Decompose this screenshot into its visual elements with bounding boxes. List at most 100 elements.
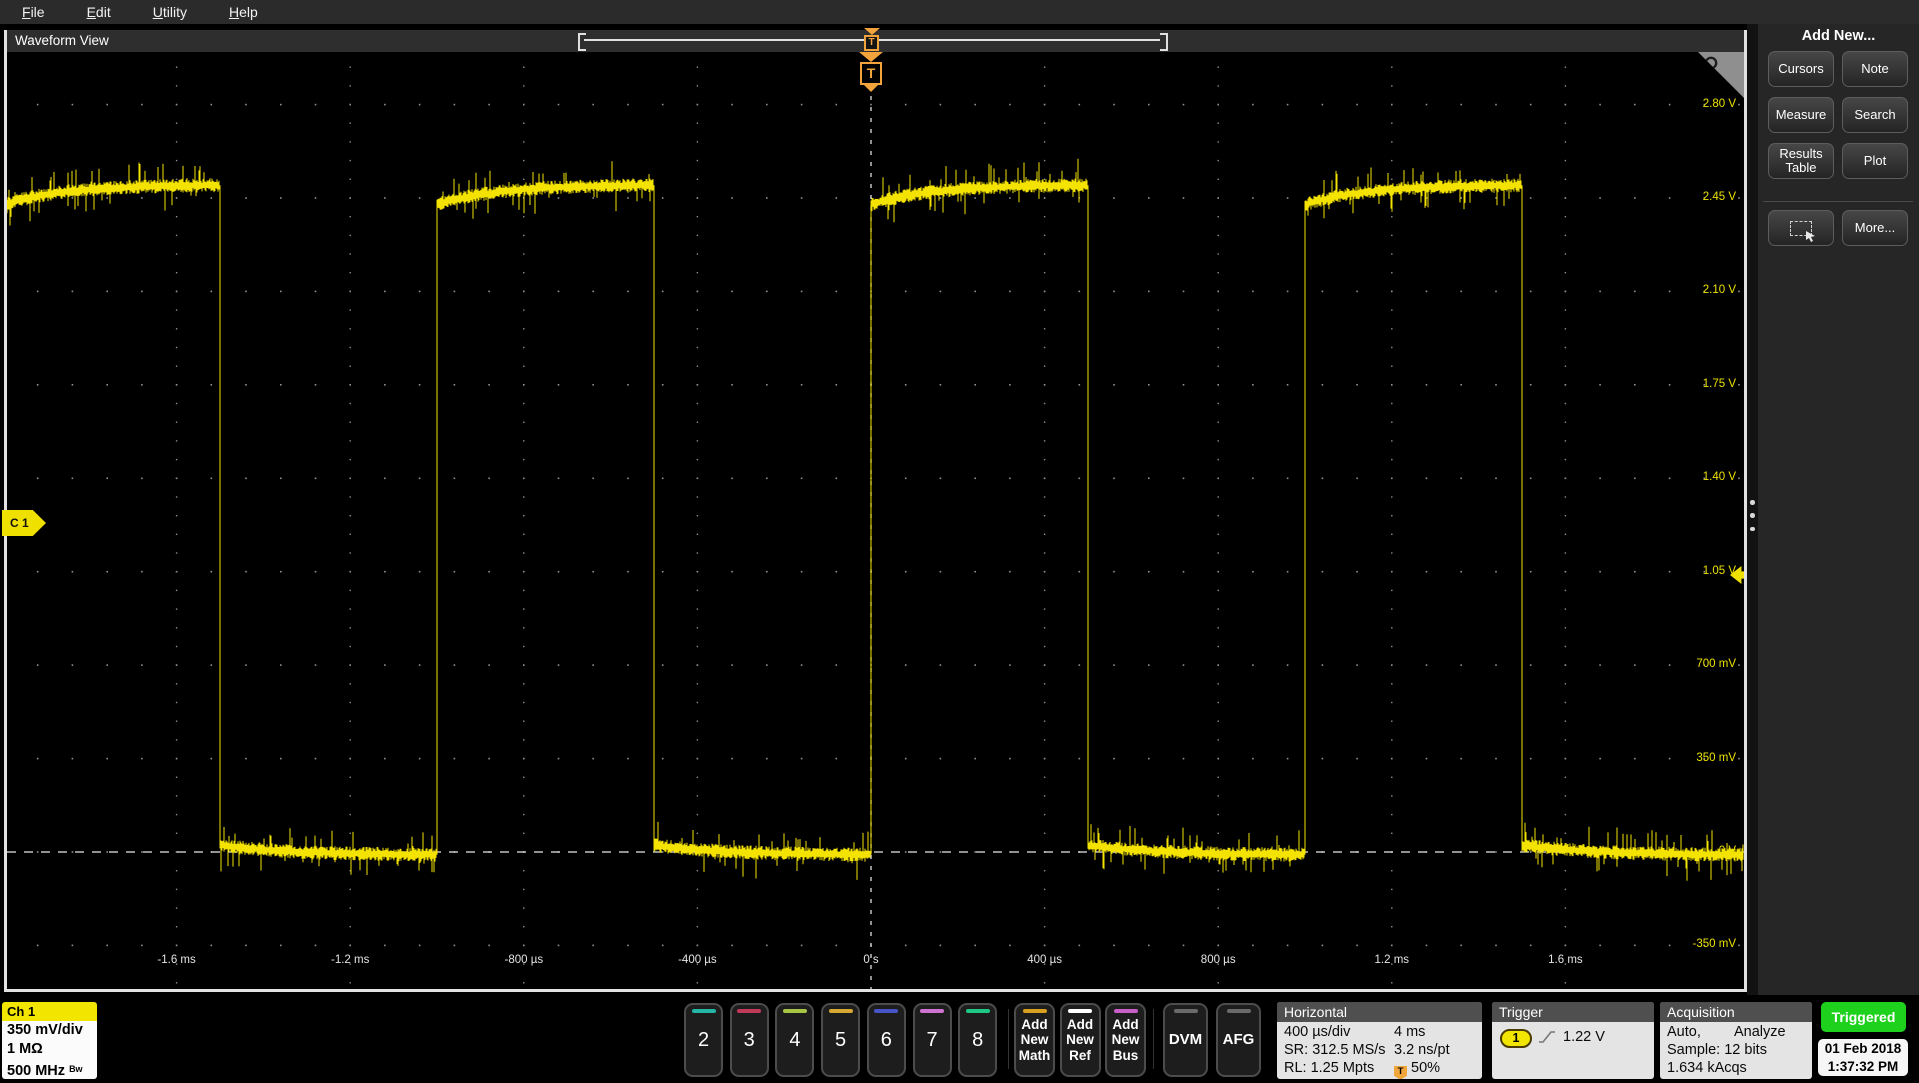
menu-item-edit[interactable]: Edit	[87, 4, 111, 20]
separator	[1008, 1009, 1009, 1069]
channel-color-stripe	[737, 1009, 761, 1013]
separator	[1153, 1009, 1154, 1069]
horizontal-panel[interactable]: Horizontal 400 µs/div 4 ms SR: 312.5 MS/…	[1277, 1002, 1482, 1079]
search-button[interactable]: Search	[1842, 97, 1908, 133]
time-tick-label: -1.2 ms	[331, 954, 369, 966]
trigger-position-indicator[interactable]: T	[863, 28, 880, 51]
voltage-tick-label: 0 V	[1719, 845, 1736, 857]
record-view-left-bracket[interactable]	[578, 33, 586, 51]
time-tick-label: 1.2 ms	[1375, 954, 1410, 966]
channel-button-8[interactable]: 8	[958, 1003, 997, 1077]
date-label: 01 Feb 2018	[1818, 1040, 1908, 1058]
plot-button[interactable]: Plot	[1842, 143, 1908, 179]
acquisition-count: 1.634 kAcqs	[1667, 1060, 1747, 1076]
trigger-panel[interactable]: Trigger 1 1.22 V	[1492, 1002, 1654, 1079]
results-table-button[interactable]: Results Table	[1768, 143, 1834, 179]
measure-button[interactable]: Measure	[1768, 97, 1834, 133]
horizontal-title: Horizontal	[1277, 1002, 1482, 1022]
trigger-marker-label: T	[860, 62, 882, 85]
voltage-tick-label: 1.75 V	[1703, 378, 1736, 390]
settings-bar: Ch 1 350 mV/div 1 MΩ 500 MHz Bw 2345678 …	[0, 995, 1919, 1083]
acquisition-panel[interactable]: Acquisition Auto, Analyze Sample: 12 bit…	[1660, 1002, 1812, 1079]
channel-button-6[interactable]: 6	[867, 1003, 906, 1077]
trigger-marker-arrow-icon	[859, 52, 883, 62]
menu-bar: File Edit Utility Help	[0, 0, 1919, 24]
channel-color-stripe	[1068, 1009, 1092, 1013]
trigger-status-badge: Triggered	[1821, 1002, 1906, 1032]
afg-button[interactable]: AFG	[1216, 1003, 1261, 1077]
zoom-mode-button[interactable]	[1768, 210, 1834, 246]
channel-color-stripe	[692, 1009, 716, 1013]
channel-button-2[interactable]: 2	[684, 1003, 723, 1077]
voltage-tick-label: 2.10 V	[1703, 284, 1736, 296]
datetime-badge: 01 Feb 2018 1:37:32 PM	[1818, 1039, 1908, 1076]
channel-button-3[interactable]: 3	[730, 1003, 769, 1077]
acquisition-mode: Auto,	[1667, 1024, 1701, 1040]
time-tick-label: -1.6 ms	[157, 954, 195, 966]
add-new-ref-button[interactable]: Add New Ref	[1060, 1003, 1101, 1077]
menu-item-help[interactable]: Help	[229, 4, 258, 20]
time-tick-label: 1.6 ms	[1548, 954, 1583, 966]
voltage-tick-label: 350 mV	[1696, 752, 1736, 764]
cursors-button[interactable]: Cursors	[1768, 51, 1834, 87]
add-new-bus-button[interactable]: Add New Bus	[1105, 1003, 1146, 1077]
record-view-right-bracket[interactable]	[1160, 33, 1168, 51]
acquisition-title: Acquisition	[1660, 1002, 1812, 1022]
panel-separator	[1763, 201, 1913, 202]
panel-drag-handle[interactable]	[1750, 500, 1755, 531]
menu-item-utility[interactable]: Utility	[153, 4, 187, 20]
horizontal-per-point: 3.2 ns/pt	[1394, 1042, 1450, 1058]
trigger-level: 1.22 V	[1563, 1029, 1605, 1045]
more-button[interactable]: More...	[1842, 210, 1908, 246]
note-button[interactable]: Note	[1842, 51, 1908, 87]
time-tick-label: -400 µs	[678, 954, 717, 966]
channel-button-5[interactable]: 5	[821, 1003, 860, 1077]
selection-zoom-icon	[1790, 221, 1812, 236]
voltage-tick-label: -350 mV	[1693, 938, 1736, 950]
time-tick-label: 800 µs	[1201, 954, 1236, 966]
horizontal-scale: 400 µs/div	[1284, 1024, 1350, 1040]
add-new-panel: Add New... More... CursorsNoteMeasureSea…	[1758, 24, 1919, 995]
channel-color-stripe	[1174, 1009, 1198, 1013]
add-new-math-button[interactable]: Add New Math	[1014, 1003, 1055, 1077]
trigger-source-badge: 1	[1500, 1029, 1532, 1048]
channel-color-stripe	[1227, 1009, 1251, 1013]
channel-color-stripe	[920, 1009, 944, 1013]
dvm-button[interactable]: DVM	[1163, 1003, 1208, 1077]
trigger-title: Trigger	[1492, 1002, 1654, 1022]
channel-color-stripe	[1023, 1009, 1047, 1013]
trigger-position-marker[interactable]: T	[858, 52, 884, 92]
acquisition-analyze: Analyze	[1734, 1024, 1786, 1040]
waveform-view-widget: Waveform View 2.80 V2.45 V2.10 V1.75 V1.…	[4, 30, 1747, 992]
oscilloscope-screen: FileEditUtilityHelp Waveform View 2.80 V…	[0, 0, 1919, 1083]
horizontal-body: 400 µs/div 4 ms SR: 312.5 MS/s 3.2 ns/pt…	[1277, 1022, 1482, 1079]
voltage-tick-label: 700 mV	[1696, 658, 1736, 670]
add-new-title: Add New...	[1758, 28, 1919, 44]
channel1-bandwidth: 500 MHz Bw	[7, 1060, 97, 1079]
channel-color-stripe	[1114, 1009, 1138, 1013]
bandwidth-limit-icon: Bw	[69, 1064, 83, 1074]
time-tick-label: -800 µs	[505, 954, 544, 966]
trigger-flag-icon: T	[1394, 1066, 1407, 1079]
channel1-scale: 350 mV/div	[7, 1021, 97, 1040]
channel-color-stripe	[829, 1009, 853, 1013]
channel-button-7[interactable]: 7	[913, 1003, 952, 1077]
voltage-tick-label: 2.45 V	[1703, 191, 1736, 203]
time-tick-label: 400 µs	[1027, 954, 1062, 966]
waveform-view-title: Waveform View	[15, 33, 109, 48]
trigger-body: 1 1.22 V	[1492, 1022, 1654, 1079]
channel-button-4[interactable]: 4	[775, 1003, 814, 1077]
channel-color-stripe	[874, 1009, 898, 1013]
channel1-impedance: 1 MΩ	[7, 1040, 97, 1059]
channel-color-stripe	[966, 1009, 990, 1013]
menu-item-file[interactable]: File	[22, 4, 45, 20]
trigger-indicator-arrow-icon	[864, 28, 880, 35]
time-label: 1:37:32 PM	[1818, 1058, 1908, 1076]
horizontal-duration: 4 ms	[1394, 1024, 1425, 1040]
ch1-waveform-trace	[7, 52, 1744, 989]
channel1-name: Ch 1	[2, 1002, 97, 1021]
graticule[interactable]: 2.80 V2.45 V2.10 V1.75 V1.40 V1.05 V700 …	[7, 52, 1744, 989]
voltage-tick-label: 1.40 V	[1703, 471, 1736, 483]
channel1-badge[interactable]: Ch 1 350 mV/div 1 MΩ 500 MHz Bw	[2, 1002, 97, 1079]
horizontal-position: T50%	[1394, 1060, 1440, 1079]
